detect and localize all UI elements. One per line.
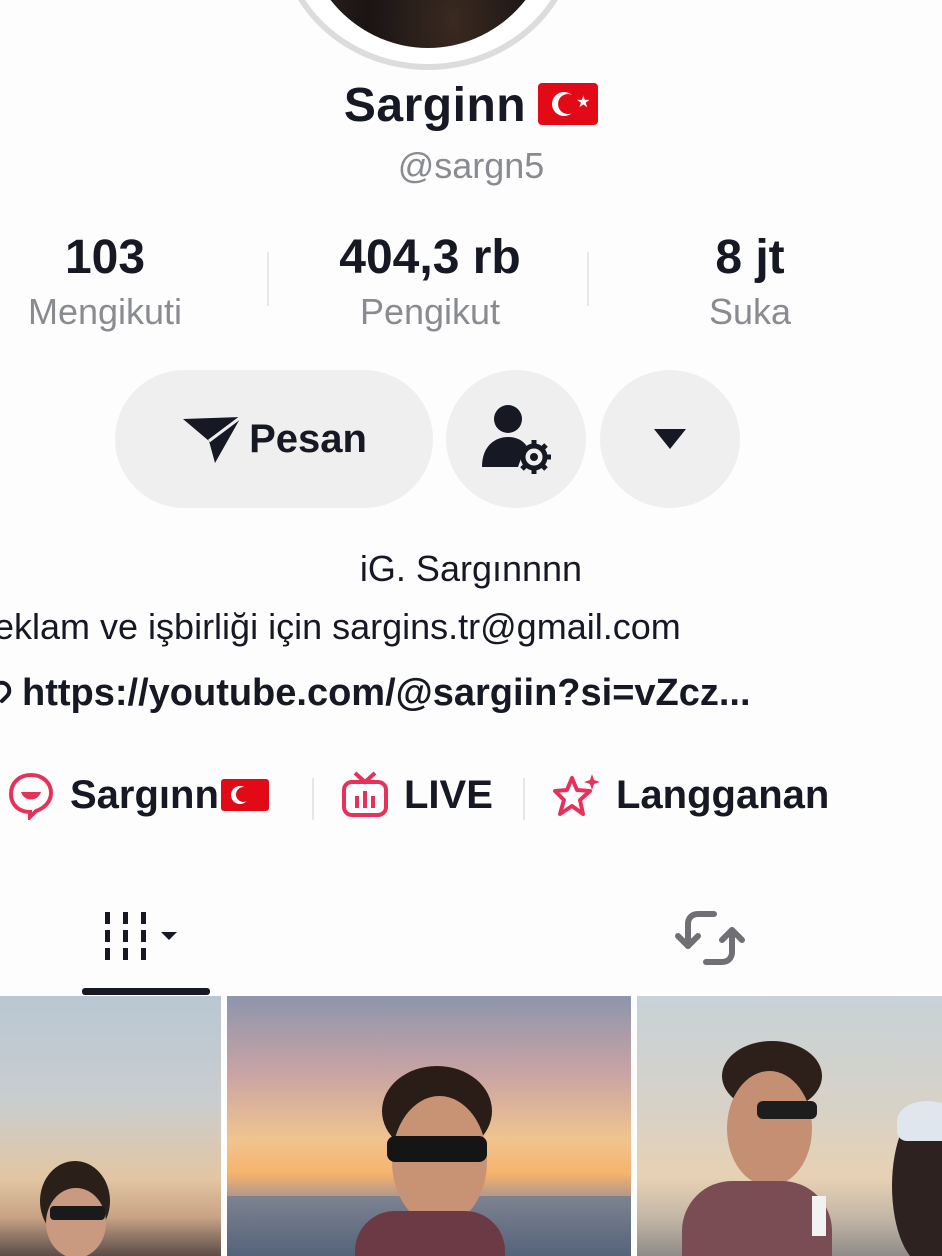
chip-live-label: LIVE [404, 772, 493, 817]
caret-down-icon [654, 429, 686, 449]
stat-following[interactable]: 103 Mengikuti [0, 228, 210, 336]
video-grid [0, 996, 942, 1256]
add-friend-button[interactable] [446, 370, 586, 508]
message-button[interactable]: Pesan [115, 370, 433, 508]
stat-following-value: 103 [64, 231, 146, 284]
chip-live[interactable]: LIVE [340, 770, 493, 820]
stat-followers-value: 404,3 rb [339, 231, 521, 284]
chip-group-chat[interactable]: Sargınn [6, 770, 269, 820]
video-thumbnail[interactable] [0, 996, 221, 1256]
link-icon [0, 680, 12, 703]
chat-bubble-icon [8, 772, 54, 820]
person-settings-icon [482, 405, 551, 474]
chip-group-chat-label: Sargınn [70, 772, 219, 817]
active-tab-indicator [82, 988, 210, 995]
turkey-flag-icon: ★ [538, 83, 599, 125]
stat-likes[interactable]: 8 jt Suka [660, 228, 840, 336]
video-thumbnail[interactable] [637, 996, 942, 1256]
star-sparkle-icon [553, 774, 600, 816]
turkey-flag-icon [220, 779, 269, 811]
chip-divider [523, 778, 525, 820]
stat-followers-label: Pengikut [359, 291, 501, 332]
profile-stats: 103 Mengikuti 404,3 rb Pengikut 8 jt Suk… [0, 228, 942, 338]
message-button-label: Pesan [249, 416, 367, 461]
stat-likes-value: 8 jt [715, 231, 785, 284]
avatar-photo [302, 0, 554, 48]
bio-line-2: eklam ve işbirliği için sargins.tr@gmail… [0, 606, 681, 647]
stat-divider [587, 252, 589, 306]
chip-divider [312, 778, 314, 820]
profile-name-row: Sarginn ★ [0, 78, 942, 133]
tv-live-icon [342, 771, 388, 817]
profile-tabs [0, 880, 942, 996]
tab-videos[interactable] [82, 880, 210, 996]
profile-chips: Sargınn LIVE Langganan [0, 770, 942, 830]
video-grid-icon [105, 912, 177, 960]
profile-handle: @sargn5 [397, 145, 545, 186]
bio-link[interactable]: https://youtube.com/@sargiin?si=vZcz... [0, 672, 924, 715]
chip-subscription[interactable]: Langganan [552, 770, 829, 820]
more-options-button[interactable] [600, 370, 740, 508]
repost-icon [675, 911, 745, 965]
bio-line-1: iG. Sargınnnn [359, 548, 583, 589]
chip-subscription-label: Langganan [616, 772, 830, 817]
stat-followers[interactable]: 404,3 rb Pengikut [290, 228, 570, 336]
bio-link-text: https://youtube.com/@sargiin?si=vZcz... [22, 672, 751, 714]
profile-avatar[interactable] [278, 0, 578, 70]
video-thumbnail[interactable] [227, 996, 631, 1256]
send-icon [183, 415, 242, 463]
stat-likes-label: Suka [708, 291, 792, 332]
stat-following-label: Mengikuti [27, 291, 183, 332]
tab-reposts[interactable] [660, 880, 760, 996]
profile-name: Sarginn [343, 79, 527, 132]
stat-divider [267, 252, 269, 306]
